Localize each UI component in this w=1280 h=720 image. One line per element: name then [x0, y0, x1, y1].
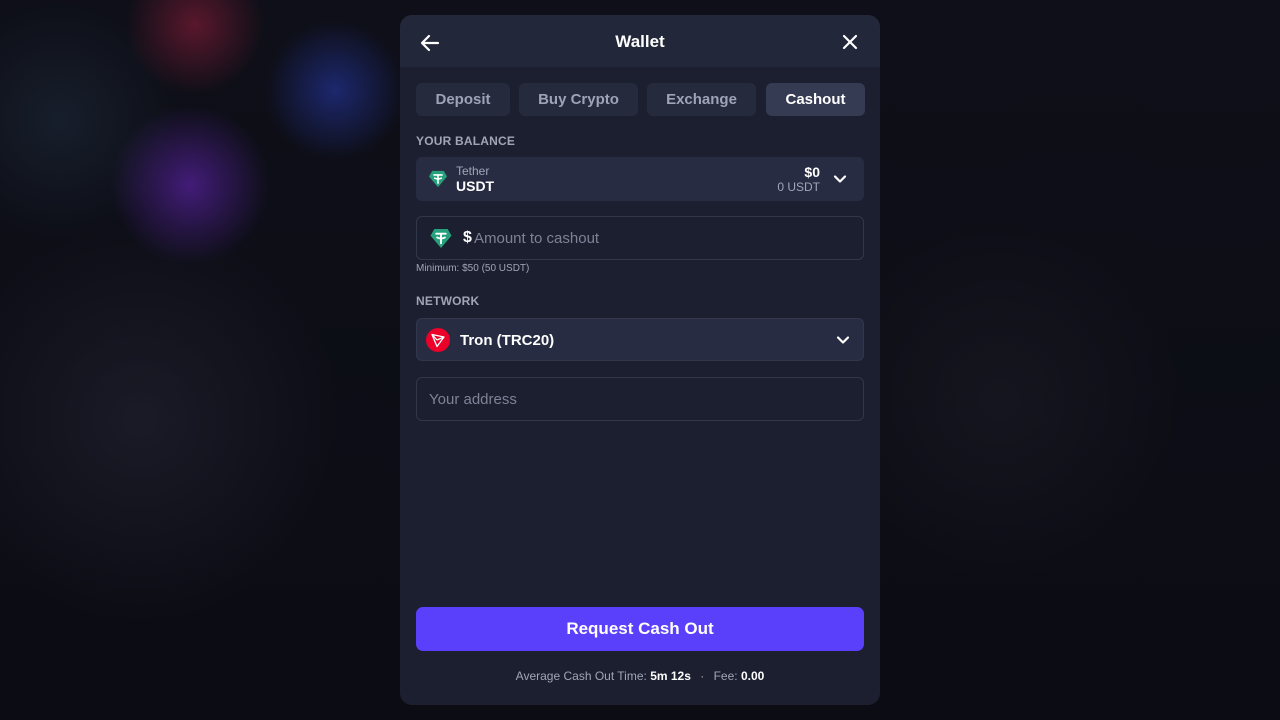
tab-cashout[interactable]: Cashout [766, 83, 865, 116]
modal-title: Wallet [615, 32, 665, 51]
balance-coin-name: Tether [456, 164, 490, 178]
network-select[interactable]: Tron (TRC20) [416, 318, 864, 361]
average-time-value: 5m 12s [650, 669, 691, 683]
balance-usd-value: $0 [804, 164, 820, 180]
cashout-info-footer: Average Cash Out Time: 5m 12s · Fee: 0.0… [400, 669, 880, 683]
modal-header: Wallet [400, 15, 880, 67]
chevron-down-icon [833, 175, 847, 183]
balance-section-label: YOUR BALANCE [416, 134, 516, 148]
balance-currency-select[interactable]: Tether USDT $0 0 USDT [416, 157, 864, 201]
wallet-tabs: Deposit Buy Crypto Exchange Cashout [416, 83, 866, 116]
network-section-label: NETWORK [416, 294, 480, 308]
amount-input-box: $ [416, 216, 864, 260]
tether-icon [429, 170, 447, 188]
fee-label: Fee: [713, 669, 738, 683]
address-input[interactable] [429, 378, 853, 420]
tron-icon [426, 328, 450, 352]
address-input-box [416, 377, 864, 421]
tab-deposit[interactable]: Deposit [416, 83, 510, 116]
minimum-note: Minimum: $50 (50 USDT) [416, 263, 530, 274]
chevron-down-icon [836, 336, 850, 344]
wallet-modal: Wallet Deposit Buy Crypto Exchange Casho… [400, 15, 880, 705]
amount-input[interactable] [474, 217, 854, 259]
separator-dot: · [700, 669, 705, 683]
currency-symbol: $ [463, 229, 472, 246]
network-name: Tron (TRC20) [460, 332, 555, 349]
close-icon[interactable] [838, 30, 862, 54]
tab-exchange[interactable]: Exchange [647, 83, 756, 116]
tab-buy-crypto[interactable]: Buy Crypto [519, 83, 638, 116]
average-time-label: Average Cash Out Time: [515, 669, 647, 683]
request-cash-out-button[interactable]: Request Cash Out [416, 607, 864, 651]
fee-value: 0.00 [740, 669, 765, 683]
balance-coin-value: 0 USDT [777, 180, 820, 194]
tether-icon [430, 228, 452, 249]
balance-coin-ticker: USDT [456, 178, 495, 194]
